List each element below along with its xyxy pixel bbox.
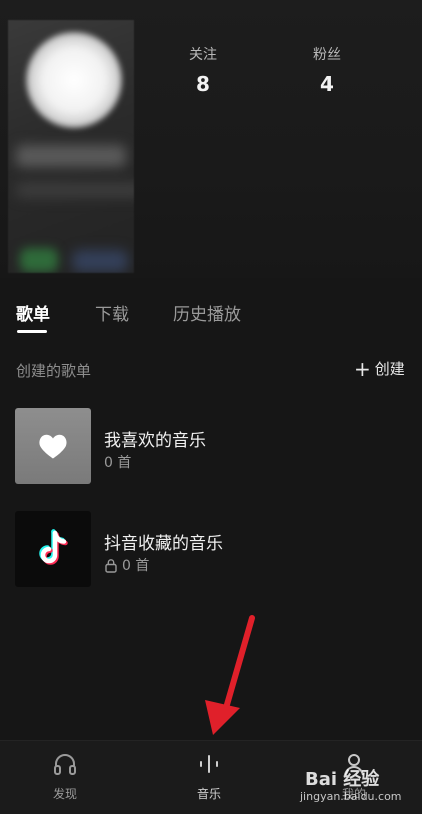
plus-icon: + bbox=[354, 356, 371, 381]
tab-playlists[interactable]: 歌单 bbox=[16, 300, 50, 325]
playlist-cover bbox=[15, 511, 91, 587]
tab-downloads[interactable]: 下载 bbox=[95, 300, 129, 325]
nav-music-label: 音乐 bbox=[196, 787, 221, 801]
tab-active-indicator bbox=[17, 330, 47, 333]
followers-count: 4 bbox=[320, 72, 334, 96]
following-stat[interactable]: 关注 8 bbox=[163, 44, 243, 96]
playlist-count: 0 首 bbox=[104, 452, 131, 472]
lock-icon bbox=[104, 558, 118, 573]
playlist-title: 我喜欢的音乐 bbox=[104, 431, 206, 451]
music-bars-icon bbox=[200, 755, 218, 773]
followers-label: 粉丝 bbox=[313, 47, 341, 63]
blurred-username bbox=[16, 145, 126, 167]
nav-music[interactable]: 音乐 bbox=[164, 751, 254, 802]
blurred-tag bbox=[72, 250, 128, 272]
followers-stat[interactable]: 粉丝 4 bbox=[287, 44, 367, 96]
arrow-shaft bbox=[221, 615, 255, 718]
headphones-icon bbox=[54, 754, 76, 775]
profile-card-blurred[interactable] bbox=[8, 20, 134, 273]
section-title: 创建的歌单 bbox=[16, 362, 92, 380]
nav-discover-label: 发现 bbox=[52, 787, 77, 801]
following-count: 8 bbox=[196, 72, 210, 96]
playlist-cover bbox=[15, 408, 91, 484]
arrow-head bbox=[205, 700, 240, 735]
library-tabs: 歌单 下载 历史播放 bbox=[0, 300, 422, 340]
blurred-bio bbox=[16, 182, 134, 198]
create-label: 创建 bbox=[374, 360, 405, 378]
playlist-item[interactable]: 我喜欢的音乐 0 首 bbox=[0, 408, 422, 484]
tiktok-logo-icon bbox=[39, 529, 68, 565]
playlist-count-text: 0 首 bbox=[122, 558, 150, 574]
following-label: 关注 bbox=[189, 47, 217, 63]
avatar[interactable] bbox=[26, 32, 122, 128]
playlist-item[interactable]: 抖音收藏的音乐 0 首 bbox=[0, 511, 422, 587]
playlist-title: 抖音收藏的音乐 bbox=[104, 534, 223, 554]
playlist-count: 0 首 bbox=[104, 555, 149, 575]
baidu-watermark-url: jingyan.baidu.com bbox=[300, 790, 402, 803]
playlist-count-text: 0 首 bbox=[104, 455, 132, 471]
heart-icon bbox=[39, 434, 67, 459]
tab-history[interactable]: 历史播放 bbox=[173, 300, 241, 325]
create-playlist-button[interactable]: + 创建 bbox=[354, 358, 405, 379]
baidu-watermark: Bai 经验 bbox=[305, 769, 380, 790]
blurred-badge bbox=[20, 248, 58, 272]
nav-discover[interactable]: 发现 bbox=[20, 751, 110, 802]
